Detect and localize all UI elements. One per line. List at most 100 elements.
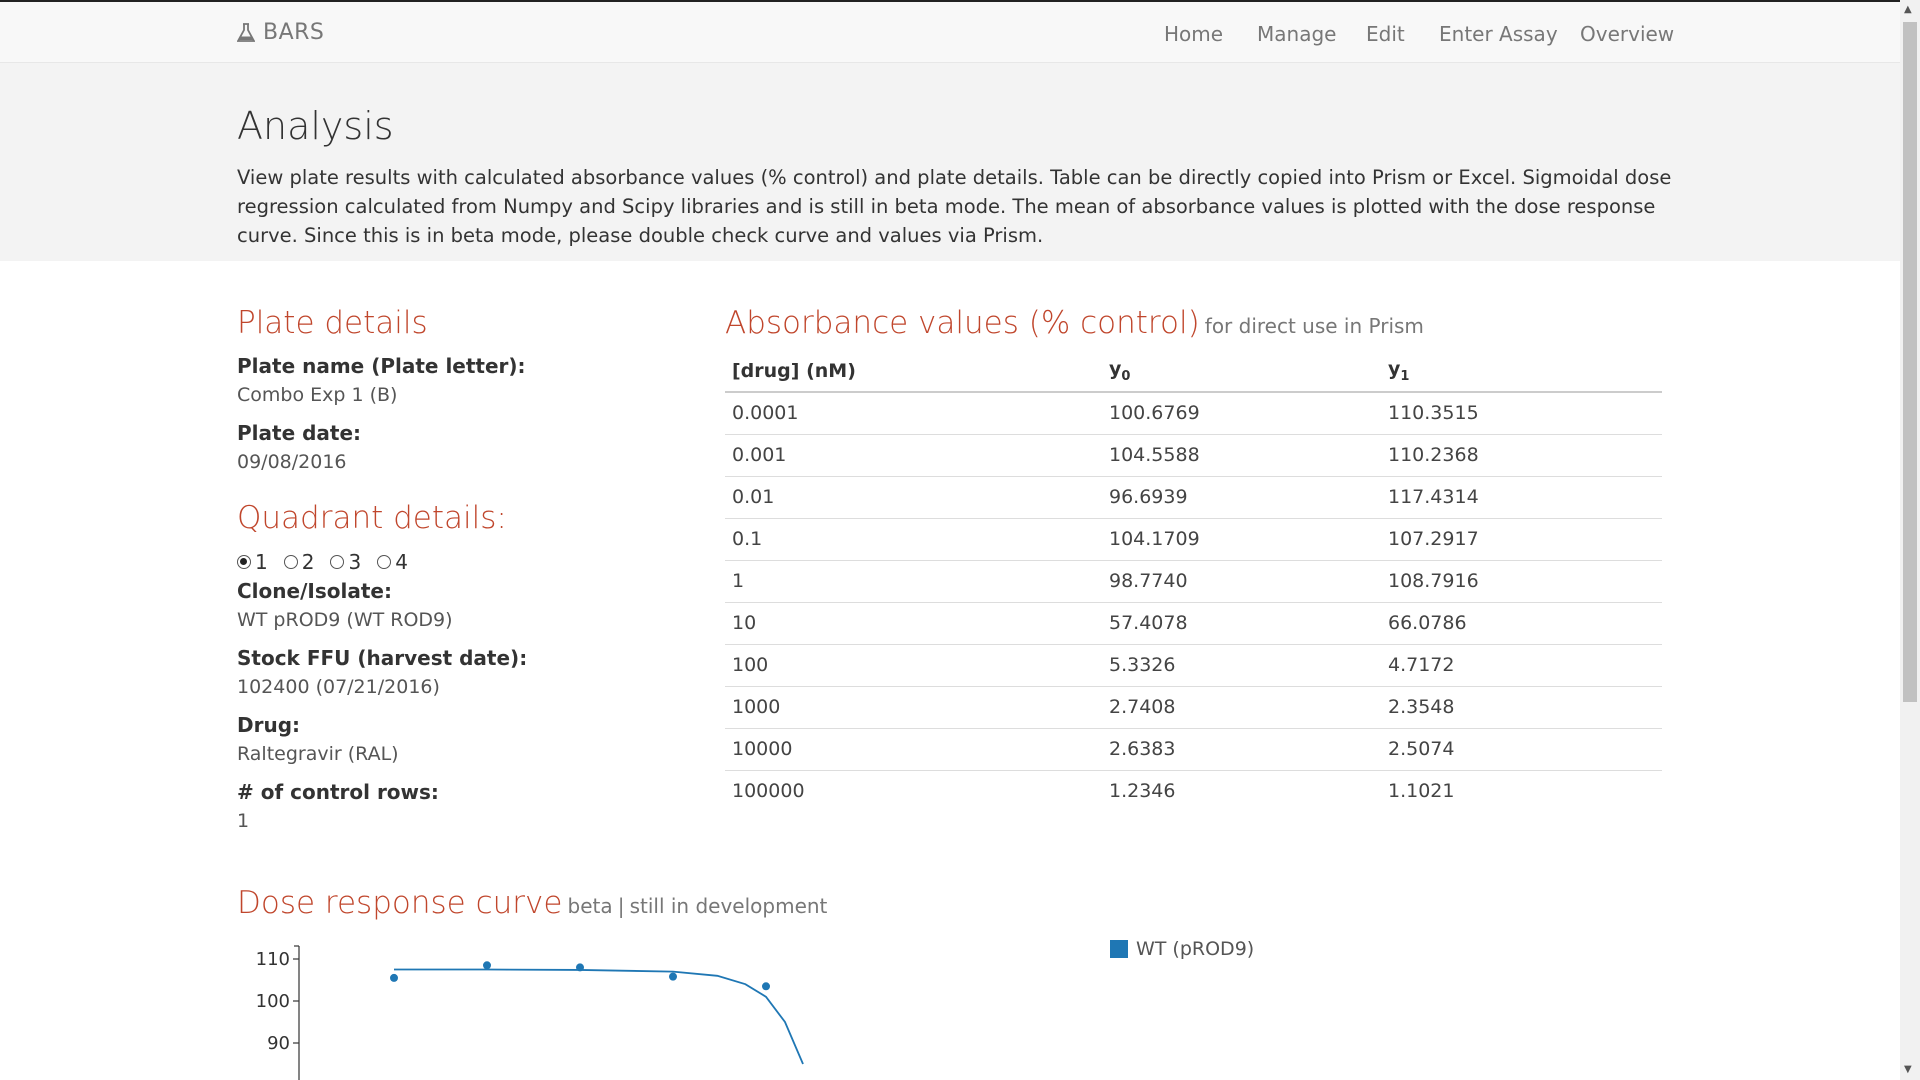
nav-home[interactable]: Home [1164,22,1223,46]
cell-y1: 117.4314 [1381,476,1662,519]
cell-y1: 107.2917 [1381,518,1662,561]
scroll-down-icon[interactable]: ▼ [1904,1064,1912,1075]
clone-label: Clone/Isolate: [237,579,392,603]
page-title: Analysis [237,104,394,148]
nav-manage[interactable]: Manage [1257,22,1336,46]
plate-name-label: Plate name (Plate letter): [237,354,526,378]
cell-y1: 108.7916 [1381,560,1662,603]
stock-value: 102400 (07/21/2016) [237,676,440,698]
plate-details-heading: Plate details [237,305,428,341]
data-point [576,963,584,972]
cell-drug: 0.001 [725,434,1102,477]
radio-button[interactable] [283,555,298,569]
cell-drug: 100000 [732,780,805,803]
clone-value: WT pROD9 (WT ROD9) [237,609,453,631]
absorbance-table-body: 0.0001 100.6769 110.3515 0.001 104.5588 110.2… [725,391,1662,812]
cell-drug: 0.0001 [725,391,1102,435]
navbar: BARS Home Manage Edit Enter Assay Overvi… [0,0,1900,63]
radio-button[interactable] [330,555,345,569]
dose-response-chart: 110 100 90 [256,945,804,1080]
chart-legend: WT (pROD9) [1110,938,1254,960]
fit-curve [394,968,804,1065]
cell-drug: 0.1 [725,518,1102,561]
table-row: 0.01 96.6939 117.4314 [725,476,1662,519]
legend-swatch [1110,940,1128,958]
cell-drug: 10 [725,602,1102,645]
scroll-thumb[interactable] [1903,22,1917,702]
table-row: 100000 1.2346 1.1021 [725,770,1662,812]
cell-y0: 104.5588 [1102,434,1381,477]
radio-label: 1 [255,550,268,574]
cell-y0: 100.6769 [1102,391,1381,435]
col-y1-header: y1 [1381,350,1662,393]
radio-label: 2 [301,550,315,574]
col-y0-header: y0 [1102,350,1381,393]
absorbance-heading-group: Absorbance values (% control) for direct… [725,308,1424,339]
page-scrollbar[interactable]: ▲ ▼ [1900,0,1920,1080]
nav-overview[interactable]: Overview [1580,22,1674,46]
table-row: 0.0001 100.6769 110.3515 [725,391,1662,435]
cell-y1: 2.5074 [1381,728,1662,771]
quadrant-radio-group: 1 2 3 4 [237,550,408,574]
table-header-row: [drug] (nM) y0 y1 [725,350,1662,393]
cell-y1: 110.2368 [1381,434,1662,477]
quadrant-option-3[interactable]: 3 [330,550,361,574]
cell-drug: 0.01 [725,476,1102,519]
cell-drug: 1000 [725,686,1102,729]
y-tick-label: 110 [256,949,290,970]
dose-note: still in development [629,894,828,918]
absorbance-subheading: for direct use in Prism [1204,314,1424,338]
drug-label: Drug: [237,713,301,737]
cell-y1: 4.7172 [1381,644,1662,687]
quadrant-details-heading: Quadrant details: [237,500,507,536]
table-row: 100 5.3326 4.7172 [725,644,1662,687]
absorbance-heading: Absorbance values (% control) [725,305,1200,341]
quadrant-option-1[interactable]: 1 [237,550,268,574]
control-rows-label: # of control rows: [237,780,439,804]
drug-value: Raltegravir (RAL) [237,743,399,765]
data-point [762,982,770,991]
table-row: 10 57.4078 66.0786 [725,602,1662,645]
cell-y0: 104.1709 [1102,518,1381,561]
dose-heading: Dose response curve [237,885,563,921]
radio-button[interactable] [237,555,251,569]
table-row: 0.1 104.1709 107.2917 [725,518,1662,561]
nav-enter-assay[interactable]: Enter Assay [1439,22,1558,46]
cell-y0: 57.4078 [1102,602,1381,645]
col-drug-header: [drug] (nM) [725,350,1102,393]
plate-name-value: Combo Exp 1 (B) [237,384,398,406]
cell-y0: 98.7740 [1102,560,1381,603]
nav-edit[interactable]: Edit [1366,22,1405,46]
flask-icon [237,22,255,42]
radio-button[interactable] [377,555,392,569]
dose-separator: | [617,894,625,918]
scroll-up-icon[interactable]: ▲ [1904,4,1912,15]
y-tick-label: 90 [267,1033,290,1054]
cell-drug: 1 [725,560,1102,603]
control-rows-value: 1 [237,810,250,832]
page-description: View plate results with calculated absor… [237,166,1672,247]
data-point [669,972,677,981]
y-tick-label: 100 [256,991,290,1012]
cell-y1: 110.3515 [1381,391,1662,435]
radio-label: 3 [348,550,362,574]
cell-drug: 10000 [725,728,1102,771]
quadrant-option-2[interactable]: 2 [283,550,315,574]
legend-label: WT (pROD9) [1136,938,1255,960]
cell-y1: 2.3548 [1381,686,1662,729]
dose-heading-group: Dose response curve beta | still in deve… [237,888,827,919]
data-point [483,961,491,970]
cell-y0: 2.6383 [1102,728,1381,771]
plate-date-label: Plate date: [237,421,362,445]
plate-date-value: 09/08/2016 [237,451,347,473]
cell-y0: 2.7408 [1102,686,1381,729]
table-row: 0.001 104.5588 110.2368 [725,434,1662,477]
cell-y1: 1.1021 [1388,780,1455,803]
brand[interactable]: BARS [237,20,324,45]
absorbance-table: [drug] (nM) y0 y1 0.0001 100.6769 110.3515… [725,350,1662,812]
dose-beta-badge: beta [567,894,613,918]
cell-y1: 66.0786 [1381,602,1662,645]
table-row: 10000 2.6383 2.5074 [725,728,1662,771]
cell-drug: 100 [725,644,1102,687]
quadrant-option-4[interactable]: 4 [377,550,408,574]
